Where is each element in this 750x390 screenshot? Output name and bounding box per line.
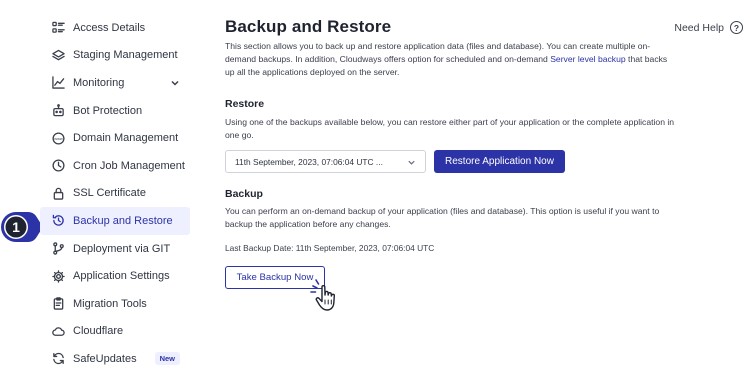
restore-application-button[interactable]: Restore Application Now xyxy=(434,150,565,173)
sidebar-item-domain-management[interactable]: www Domain Management xyxy=(40,124,190,152)
sidebar-item-label: Migration Tools xyxy=(73,297,147,310)
need-help-label: Need Help xyxy=(674,21,724,34)
sidebar-item-label: SSL Certificate xyxy=(73,187,146,200)
need-help-link[interactable]: Need Help ? xyxy=(674,21,743,34)
server-level-backup-link[interactable]: Server level backup xyxy=(550,54,625,64)
last-backup-date: Last Backup Date: 11th September, 2023, … xyxy=(225,243,435,253)
question-circle-icon: ? xyxy=(730,21,743,34)
sidebar-item-label: Cloudflare xyxy=(73,325,124,338)
sidebar-item-label: Staging Management xyxy=(73,49,178,62)
sidebar-item-deployment-via-git[interactable]: Deployment via GIT xyxy=(40,235,190,263)
sidebar-item-ssl-certificate[interactable]: SSL Certificate xyxy=(40,180,190,208)
list-icon xyxy=(51,21,65,35)
clock-icon xyxy=(51,159,65,173)
lock-icon xyxy=(51,186,65,200)
sidebar-nav: Access Details Staging Management Monito… xyxy=(40,14,190,373)
sidebar-item-backup-and-restore[interactable]: Backup and Restore xyxy=(40,207,190,235)
clipboard-icon xyxy=(51,297,65,311)
page-title: Backup and Restore xyxy=(225,17,392,36)
layers-icon xyxy=(51,48,65,62)
sidebar-item-access-details[interactable]: Access Details xyxy=(40,14,190,42)
sidebar-item-application-settings[interactable]: Application Settings xyxy=(40,262,190,290)
sidebar-item-label: Monitoring xyxy=(73,76,125,89)
sidebar-item-label: Cron Job Management xyxy=(73,159,185,172)
svg-text:www: www xyxy=(54,136,63,141)
hand-cursor-icon xyxy=(310,278,350,314)
backup-heading: Backup xyxy=(225,188,263,200)
sidebar-item-cloudflare[interactable]: Cloudflare xyxy=(40,318,190,346)
sidebar-item-bot-protection[interactable]: Bot Protection xyxy=(40,97,190,125)
robot-icon xyxy=(51,104,65,118)
git-icon xyxy=(51,242,65,256)
restore-heading: Restore xyxy=(225,98,265,110)
refresh-icon xyxy=(51,352,65,366)
history-icon xyxy=(51,214,65,228)
sidebar-item-label: Backup and Restore xyxy=(73,214,173,227)
www-icon: www xyxy=(51,131,65,145)
new-badge: New xyxy=(154,352,180,366)
step-marker: 1 xyxy=(0,211,44,243)
chevron-down-icon xyxy=(407,158,416,167)
sidebar-item-safeupdates[interactable]: SafeUpdates New xyxy=(40,345,190,373)
sidebar-item-label: SafeUpdates xyxy=(73,352,137,365)
backup-select-value: 11th September, 2023, 07:06:04 UTC ... xyxy=(235,156,383,167)
chart-icon xyxy=(51,76,65,90)
gear-icon xyxy=(51,269,65,283)
chevron-down-icon[interactable] xyxy=(170,78,180,88)
step-number: 1 xyxy=(12,219,20,235)
sidebar-item-staging-management[interactable]: Staging Management xyxy=(40,42,190,70)
sidebar-item-label: Deployment via GIT xyxy=(73,242,171,255)
sidebar-item-cron-job-management[interactable]: Cron Job Management xyxy=(40,152,190,180)
sidebar-item-label: Access Details xyxy=(73,21,146,34)
intro-text: This section allows you to back up and r… xyxy=(225,40,675,80)
sidebar-item-label: Application Settings xyxy=(73,270,170,283)
restore-description: Using one of the backups available below… xyxy=(225,117,675,141)
sidebar-item-migration-tools[interactable]: Migration Tools xyxy=(40,290,190,318)
sidebar-item-label: Domain Management xyxy=(73,132,179,145)
cloud-icon xyxy=(51,324,65,338)
backup-description: You can perform an on-demand backup of y… xyxy=(225,206,660,230)
backup-select[interactable]: 11th September, 2023, 07:06:04 UTC ... xyxy=(225,150,426,173)
sidebar-item-label: Bot Protection xyxy=(73,104,143,117)
sidebar-item-monitoring[interactable]: Monitoring xyxy=(40,69,190,97)
